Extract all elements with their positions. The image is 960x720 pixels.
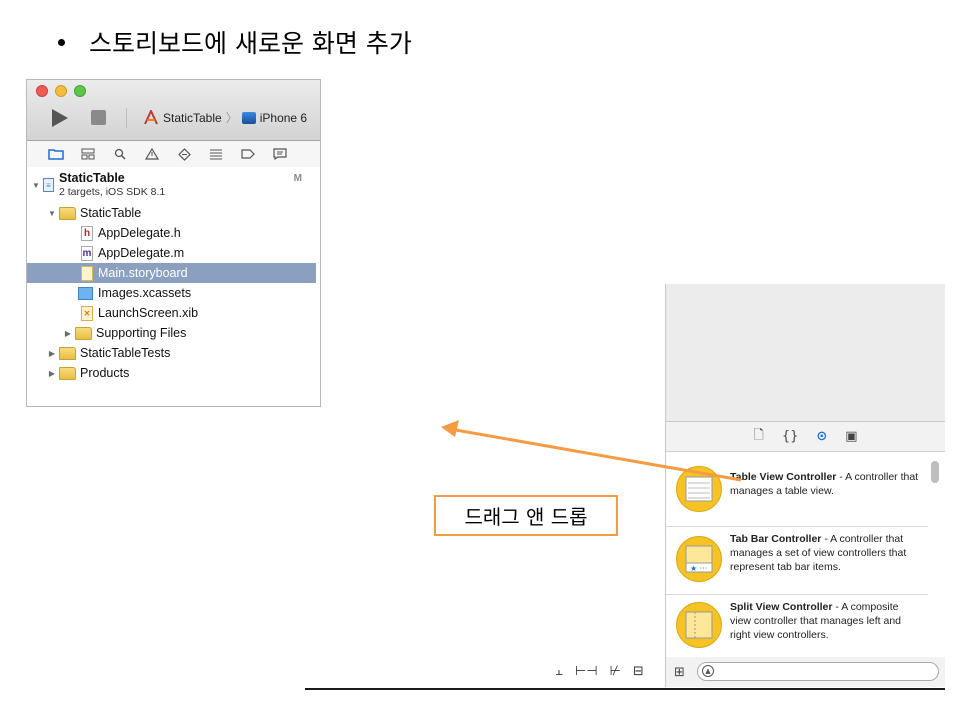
file-row[interactable]: ✕ LaunchScreen.xib — [27, 303, 316, 323]
project-navigator: ▼ ≡ StaticTable 2 targets, iOS SDK 8.1 M… — [27, 167, 320, 406]
file-template-icon[interactable]: 🗋 — [753, 426, 763, 448]
media-library-icon[interactable]: ▣ — [845, 429, 857, 444]
align-icon[interactable]: ⫠ — [555, 664, 563, 679]
folder-icon — [59, 366, 76, 380]
source-file-icon: m — [81, 245, 93, 261]
bullet-dot — [58, 38, 65, 46]
group-row[interactable]: ▼ StaticTable — [27, 203, 316, 223]
device-name: iPhone 6 — [259, 110, 308, 125]
library-item-title: Table View Controller — [730, 471, 837, 483]
navigator-selector-bar — [27, 141, 320, 168]
file-name: AppDelegate.h — [98, 226, 181, 240]
project-name: StaticTable — [59, 171, 125, 185]
disclosure-open-icon[interactable]: ▼ — [31, 181, 41, 190]
library-selector-bar: 🗋 {} ⊙ ▣ — [665, 422, 945, 452]
app-target-icon — [144, 110, 158, 125]
library-item[interactable]: Split View Controller - A composite view… — [666, 596, 928, 657]
project-row[interactable]: ▼ ≡ StaticTable 2 targets, iOS SDK 8.1 M — [27, 171, 316, 199]
group-row[interactable]: ▶ StaticTableTests — [27, 343, 316, 363]
pin-icon[interactable]: ⊢⊣ — [575, 664, 598, 679]
resizing-icon[interactable]: ⊟ — [633, 664, 644, 679]
object-library-icon[interactable]: ⊙ — [816, 429, 827, 444]
code-snippet-icon[interactable]: {} — [782, 429, 799, 444]
disclosure-closed-icon[interactable]: ▶ — [63, 329, 73, 338]
toolbar: StaticTable 〉 iPhone 6 — [27, 80, 320, 141]
file-name: Images.xcassets — [98, 286, 192, 300]
library-item-text: Split View Controller - A composite view… — [730, 600, 920, 642]
library-item-text: Tab Bar Controller - A controller that m… — [730, 532, 920, 574]
scheme-selector[interactable]: StaticTable 〉 iPhone 6 — [143, 109, 307, 126]
disclosure-closed-icon[interactable]: ▶ — [47, 349, 57, 358]
breakpoint-icon[interactable] — [239, 147, 257, 161]
split-view-controller-icon — [676, 602, 722, 648]
drag-and-drop-label: 드래그 앤 드롭 — [434, 495, 618, 536]
grid-view-icon[interactable]: ⊞ — [674, 665, 685, 680]
disclosure-closed-icon[interactable]: ▶ — [47, 369, 57, 378]
bullet-text: 스토리보드에 새로운 화면 추가 — [89, 29, 412, 58]
file-row[interactable]: Images.xcassets — [27, 283, 316, 303]
file-row-selected[interactable]: Main.storyboard — [27, 263, 316, 283]
file-row[interactable]: m AppDelegate.m — [27, 243, 316, 263]
device-icon — [241, 111, 256, 124]
chevron-right-icon: 〉 — [225, 111, 238, 125]
folder-icon — [75, 326, 92, 340]
library-item-title: Tab Bar Controller — [730, 533, 822, 545]
library-item[interactable]: ★ ··· Tab Bar Controller - A controller … — [666, 528, 928, 595]
test-diamond-icon[interactable] — [175, 147, 193, 161]
scheme-name: StaticTable — [163, 110, 222, 125]
file-name: AppDelegate.m — [98, 246, 185, 260]
toolbar-divider — [126, 108, 127, 128]
xcode-window: StaticTable 〉 iPhone 6 ▼ ≡ StaticTable 2… — [26, 79, 321, 407]
file-row[interactable]: h AppDelegate.h — [27, 223, 316, 243]
folder-icon — [59, 206, 76, 220]
hierarchy-icon[interactable] — [79, 147, 97, 161]
svg-text:★ ···: ★ ··· — [690, 564, 707, 573]
library-filter-bar: ⊞ ▲ — [665, 657, 945, 687]
storyboard-file-icon — [81, 265, 93, 281]
minimize-window-button[interactable] — [55, 85, 67, 97]
run-button[interactable] — [52, 109, 68, 127]
header-file-icon: h — [81, 225, 93, 241]
group-row[interactable]: ▶ Supporting Files — [27, 323, 316, 343]
canvas-layout-tools: ⫠ ⊢⊣ ⊬ ⊟ — [555, 664, 644, 679]
asset-catalog-icon — [78, 286, 93, 300]
zoom-window-button[interactable] — [74, 85, 86, 97]
object-library-list: Table View Controller - A controller tha… — [665, 452, 945, 657]
drag-label-text: 드래그 앤 드롭 — [464, 505, 588, 529]
folder-icon — [59, 346, 76, 360]
debug-list-icon[interactable] — [207, 147, 225, 161]
file-name: LaunchScreen.xib — [98, 306, 199, 320]
log-icon[interactable] — [271, 147, 289, 161]
project-subtitle: 2 targets, iOS SDK 8.1 — [59, 186, 166, 198]
search-icon[interactable] — [111, 147, 129, 161]
file-name: Main.storyboard — [98, 266, 188, 280]
close-window-button[interactable] — [36, 85, 48, 97]
stop-button[interactable] — [91, 110, 106, 125]
warning-icon[interactable] — [143, 147, 161, 161]
library-item-title: Split View Controller — [730, 601, 833, 613]
modified-badge: M — [293, 173, 302, 184]
xib-file-icon: ✕ — [81, 305, 93, 321]
group-row[interactable]: ▶ Products — [27, 363, 316, 383]
library-scrollbar[interactable] — [931, 461, 939, 483]
resolve-issues-icon[interactable]: ⊬ — [610, 664, 621, 679]
group-name: StaticTableTests — [80, 346, 171, 360]
group-name: Supporting Files — [96, 326, 187, 340]
group-name: Products — [80, 366, 130, 380]
filter-icon: ▲ — [702, 665, 714, 677]
folder-icon[interactable] — [47, 147, 65, 161]
library-filter-input[interactable]: ▲ — [697, 662, 939, 681]
project-file-icon: ≡ — [43, 178, 54, 192]
library-item-text: Table View Controller - A controller tha… — [730, 470, 920, 498]
disclosure-open-icon[interactable]: ▼ — [47, 209, 57, 218]
library-item[interactable]: Table View Controller - A controller tha… — [666, 460, 928, 527]
canvas-bottom-border — [305, 688, 945, 690]
table-view-controller-icon — [676, 466, 722, 512]
slide-bullet: 스토리보드에 새로운 화면 추가 — [58, 24, 412, 60]
tab-bar-controller-icon: ★ ··· — [676, 536, 722, 582]
group-name: StaticTable — [80, 206, 142, 220]
inspector-area — [665, 284, 945, 422]
